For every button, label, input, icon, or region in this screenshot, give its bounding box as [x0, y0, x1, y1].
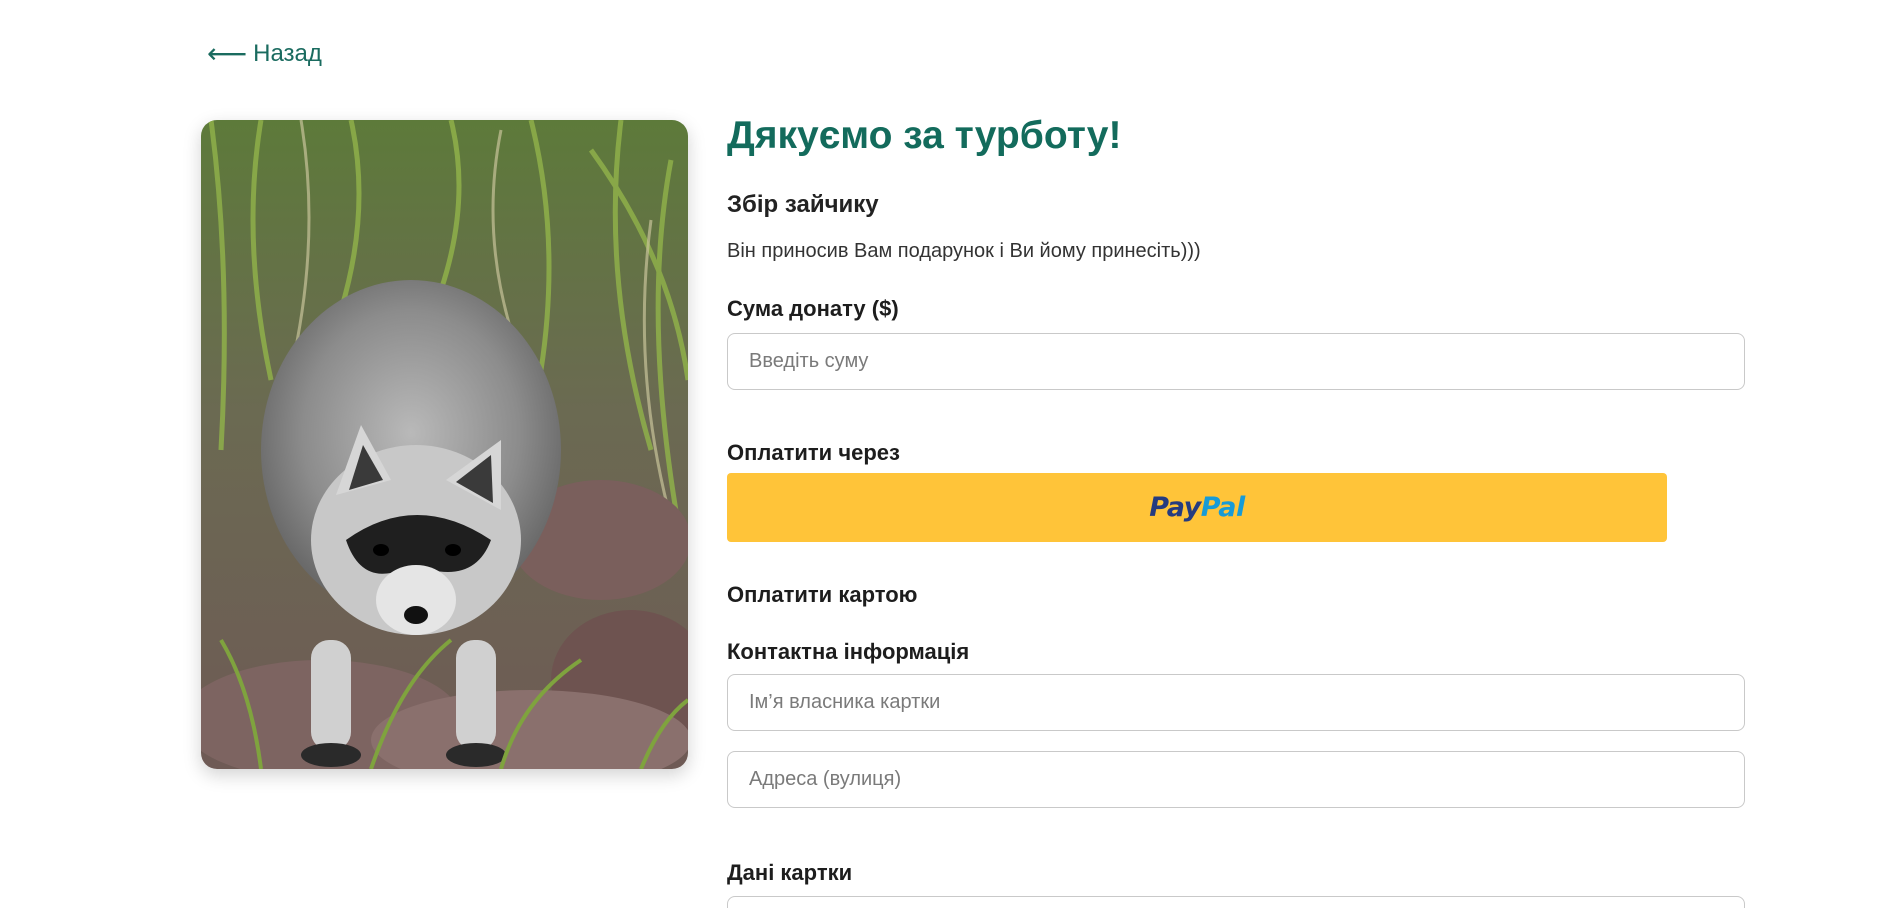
- raccoon-photo: [201, 120, 688, 769]
- card-number-input[interactable]: [727, 896, 1745, 908]
- paypal-logo-icon: PayPal: [1149, 492, 1245, 523]
- paypal-logo-pay: Pay: [1149, 492, 1201, 523]
- donation-page: ⟵ Назад Дякуємо за турботу! Збір зайчику…: [0, 0, 1897, 908]
- raccoon-image: [201, 120, 688, 769]
- arrow-left-icon: ⟵: [207, 38, 248, 69]
- cardholder-name-input[interactable]: [727, 674, 1745, 731]
- amount-input[interactable]: [727, 333, 1745, 390]
- pay-via-label: Оплатити через: [727, 440, 900, 465]
- address-input[interactable]: [727, 751, 1745, 808]
- campaign-description: Він приносив Вам подарунок і Ви йому при…: [727, 240, 1201, 262]
- paypal-logo-pal: Pal: [1200, 492, 1246, 523]
- back-link[interactable]: ⟵ Назад: [207, 40, 322, 68]
- back-link-label: Назад: [253, 40, 322, 67]
- amount-label: Сума донату ($): [727, 296, 899, 321]
- card-data-label: Дані картки: [727, 860, 853, 885]
- paypal-button[interactable]: PayPal: [727, 473, 1667, 542]
- campaign-title: Збір зайчику: [727, 191, 879, 218]
- pay-card-label: Оплатити картою: [727, 582, 918, 607]
- page-title: Дякуємо за турботу!: [727, 114, 1122, 157]
- contact-info-label: Контактна інформація: [727, 639, 970, 664]
